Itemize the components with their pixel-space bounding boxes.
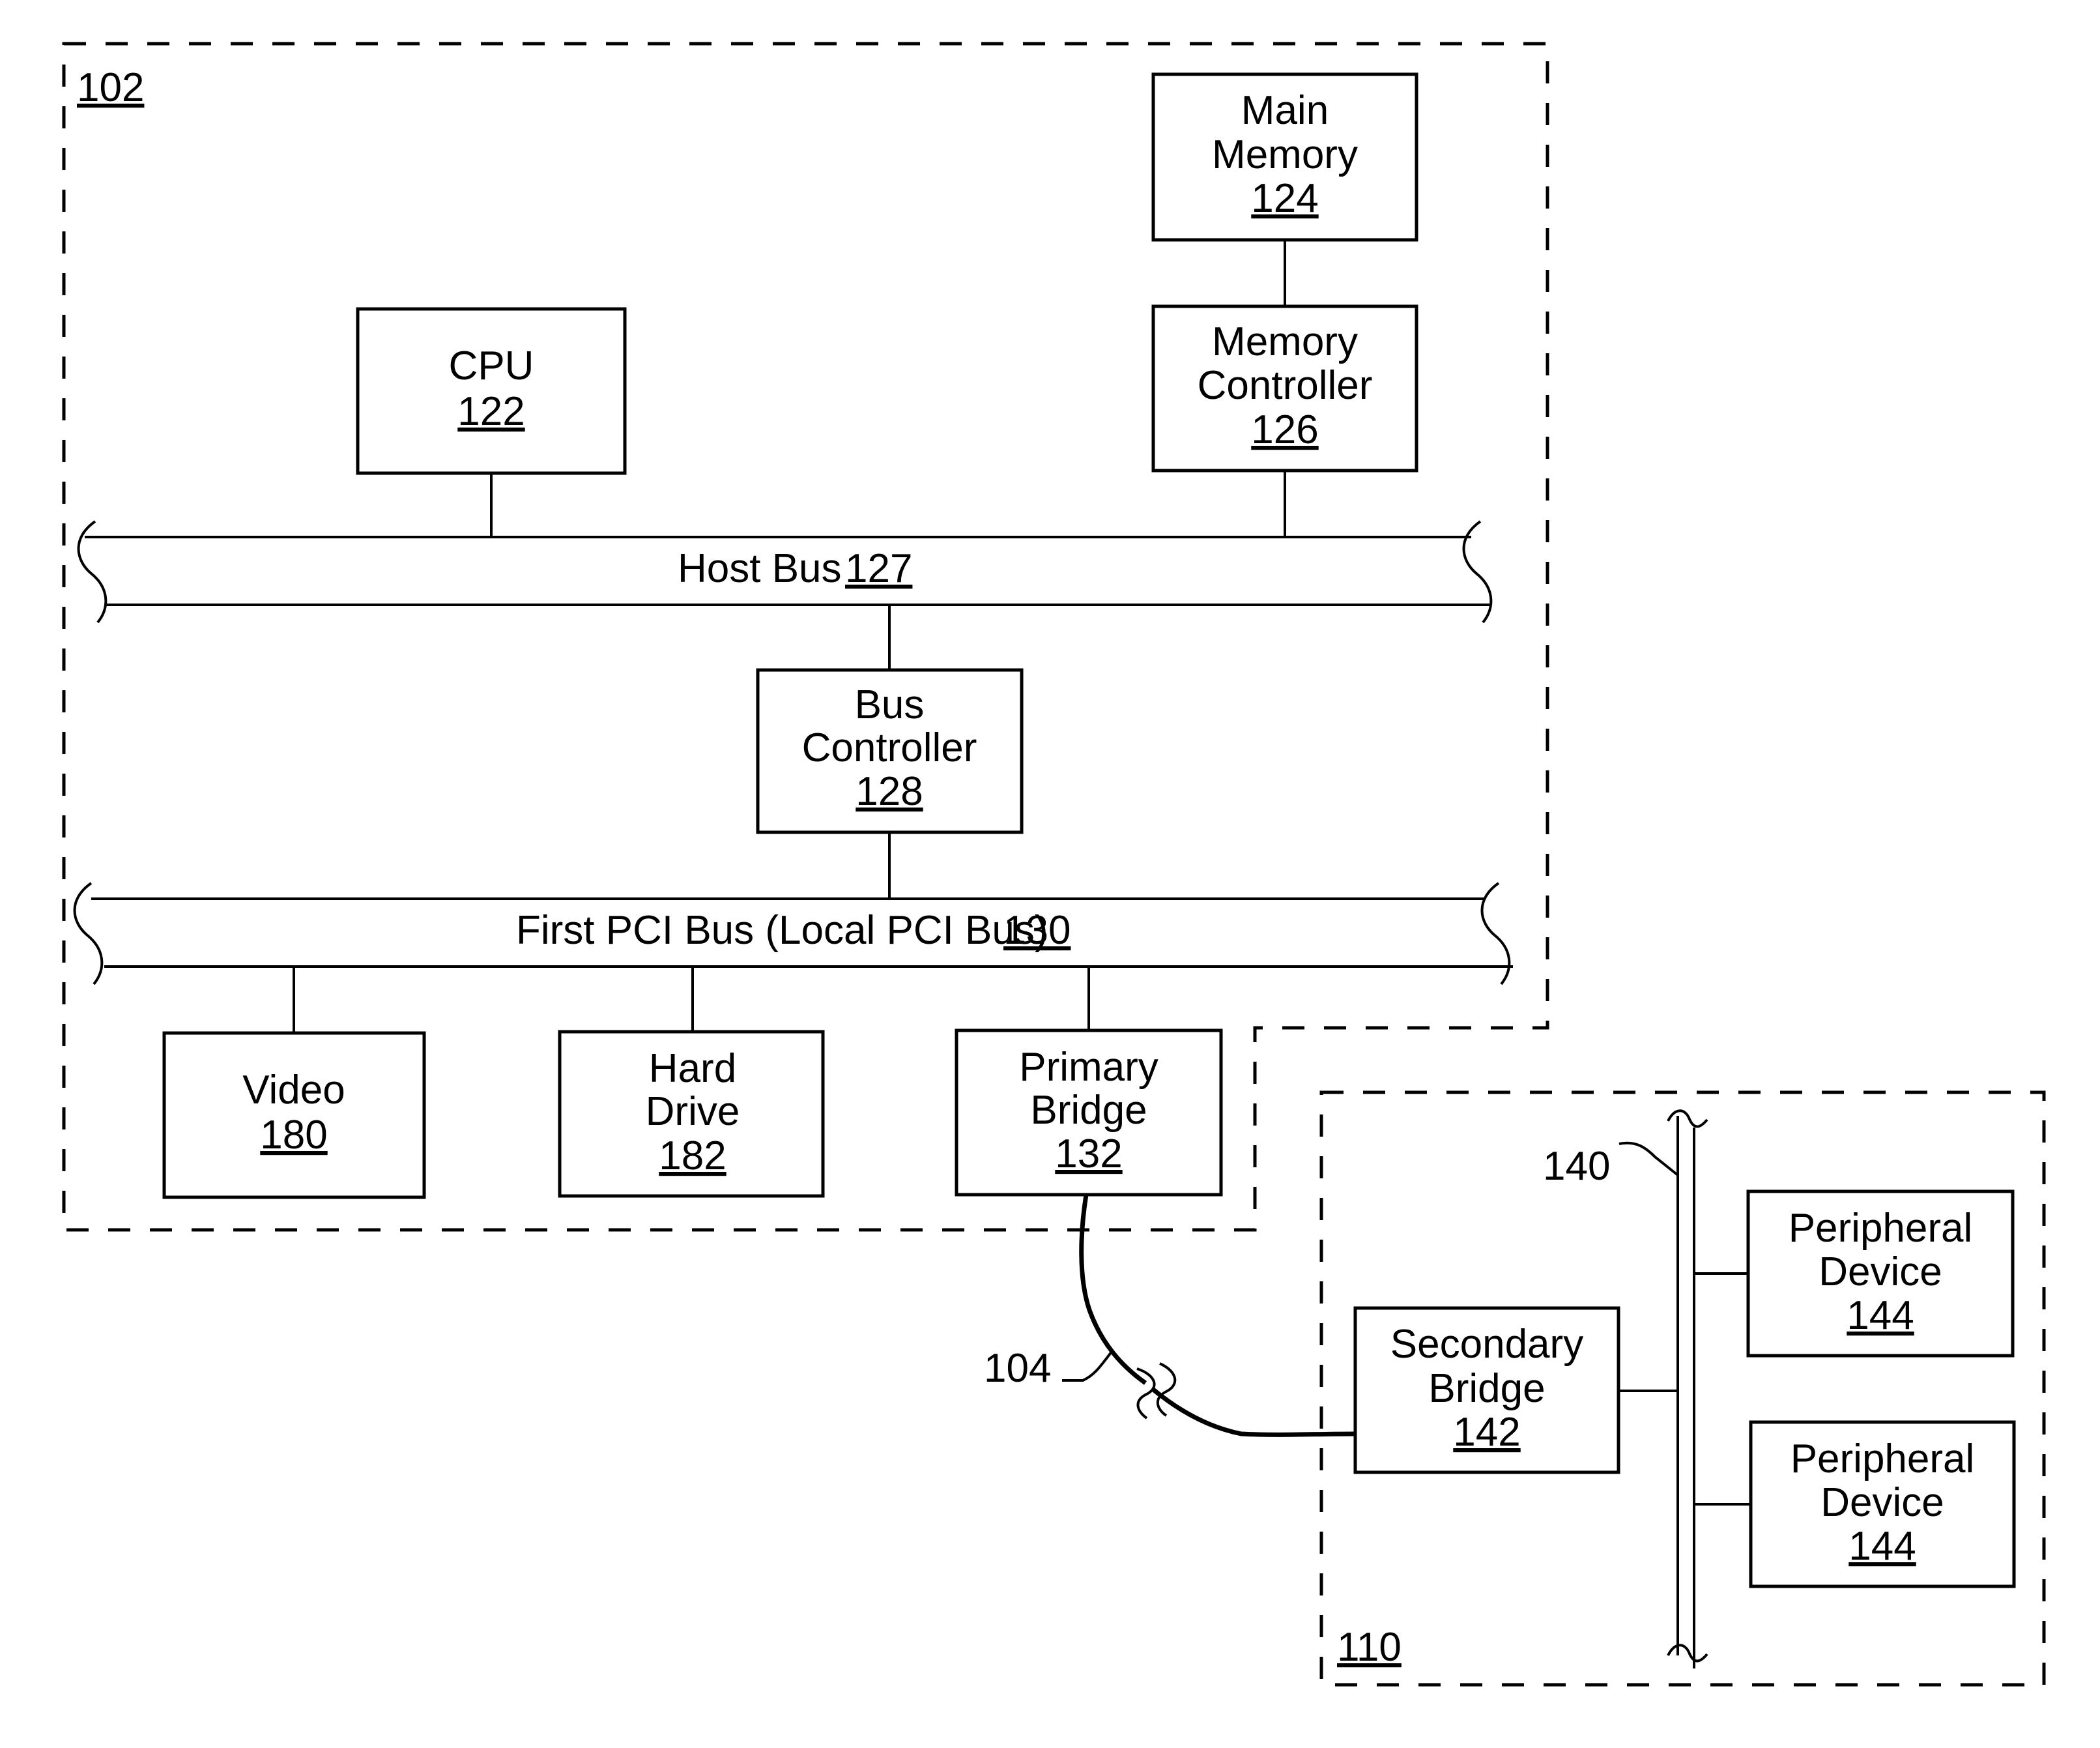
cpu-ref: 122	[457, 389, 525, 434]
peripheral-device-2-block: Peripheral Device 144	[1749, 1420, 2016, 1588]
hard-drive-ref: 182	[659, 1133, 726, 1178]
bus-controller-line2: Controller	[802, 725, 977, 770]
hard-drive-block: Hard Drive 182	[558, 1030, 825, 1198]
bus-controller-ref: 128	[856, 769, 923, 814]
peripheral-device-1-block: Peripheral Device 144	[1746, 1189, 2015, 1358]
pci-bus: First PCI Bus (Local PCI Bus) 130	[73, 882, 1513, 985]
secondary-bridge-line2: Bridge	[1428, 1366, 1545, 1411]
link-ref-label: 104	[984, 1346, 1051, 1391]
peripheral-1-line2: Device	[1819, 1249, 1942, 1294]
peripheral-1-ref: 144	[1847, 1293, 1914, 1338]
host-bus-ref: 127	[845, 546, 912, 591]
secondary-bridge-block: Secondary Bridge 142	[1353, 1306, 1620, 1474]
memory-controller-line1: Memory	[1212, 319, 1358, 364]
memory-controller-block: Memory Controller 126	[1151, 304, 1418, 473]
cpu-label: CPU	[449, 343, 534, 388]
primary-bridge-ref: 132	[1055, 1131, 1122, 1176]
video-block: Video 180	[162, 1031, 426, 1199]
bus140-ref-label: 140	[1543, 1144, 1610, 1189]
bus-controller-block: Bus Controller 128	[756, 668, 1024, 834]
main-memory-ref: 124	[1251, 176, 1318, 221]
video-label: Video	[242, 1068, 345, 1113]
pci-bus-ref: 130	[1003, 908, 1071, 953]
host-bus-label: Host Bus	[678, 546, 842, 591]
peripheral-2-ref: 144	[1848, 1524, 1916, 1569]
peripheral-2-line1: Peripheral	[1791, 1436, 1975, 1481]
memory-controller-ref: 126	[1251, 407, 1318, 452]
hard-drive-line1: Hard	[649, 1046, 736, 1091]
pci-bus-label: First PCI Bus (Local PCI Bus)	[516, 908, 1048, 953]
main-memory-line1: Main	[1241, 88, 1329, 133]
primary-bridge-line1: Primary	[1019, 1045, 1158, 1090]
cpu-block: CPU 122	[356, 307, 627, 475]
secondary-bridge-ref: 142	[1453, 1410, 1520, 1455]
peripheral-2-line2: Device	[1820, 1480, 1944, 1525]
remote-ref-label: 110	[1337, 1625, 1402, 1670]
host-bus: Host Bus 127	[77, 520, 1493, 624]
memory-controller-line2: Controller	[1198, 363, 1373, 408]
system-ref-label: 102	[77, 65, 144, 110]
bus-controller-line1: Bus	[855, 682, 925, 727]
system-block-diagram: 102 110 Main Memory 124 Memory Controlle…	[62, 42, 2046, 1687]
main-memory-block: Main Memory 124	[1151, 72, 1418, 242]
primary-bridge-block: Primary Bridge 132	[955, 1028, 1223, 1197]
main-memory-line2: Memory	[1212, 132, 1358, 177]
video-ref: 180	[260, 1113, 327, 1158]
peripheral-1-line1: Peripheral	[1789, 1206, 1973, 1251]
primary-bridge-line2: Bridge	[1030, 1088, 1147, 1133]
secondary-bridge-line1: Secondary	[1390, 1322, 1583, 1367]
hard-drive-line2: Drive	[646, 1089, 740, 1134]
